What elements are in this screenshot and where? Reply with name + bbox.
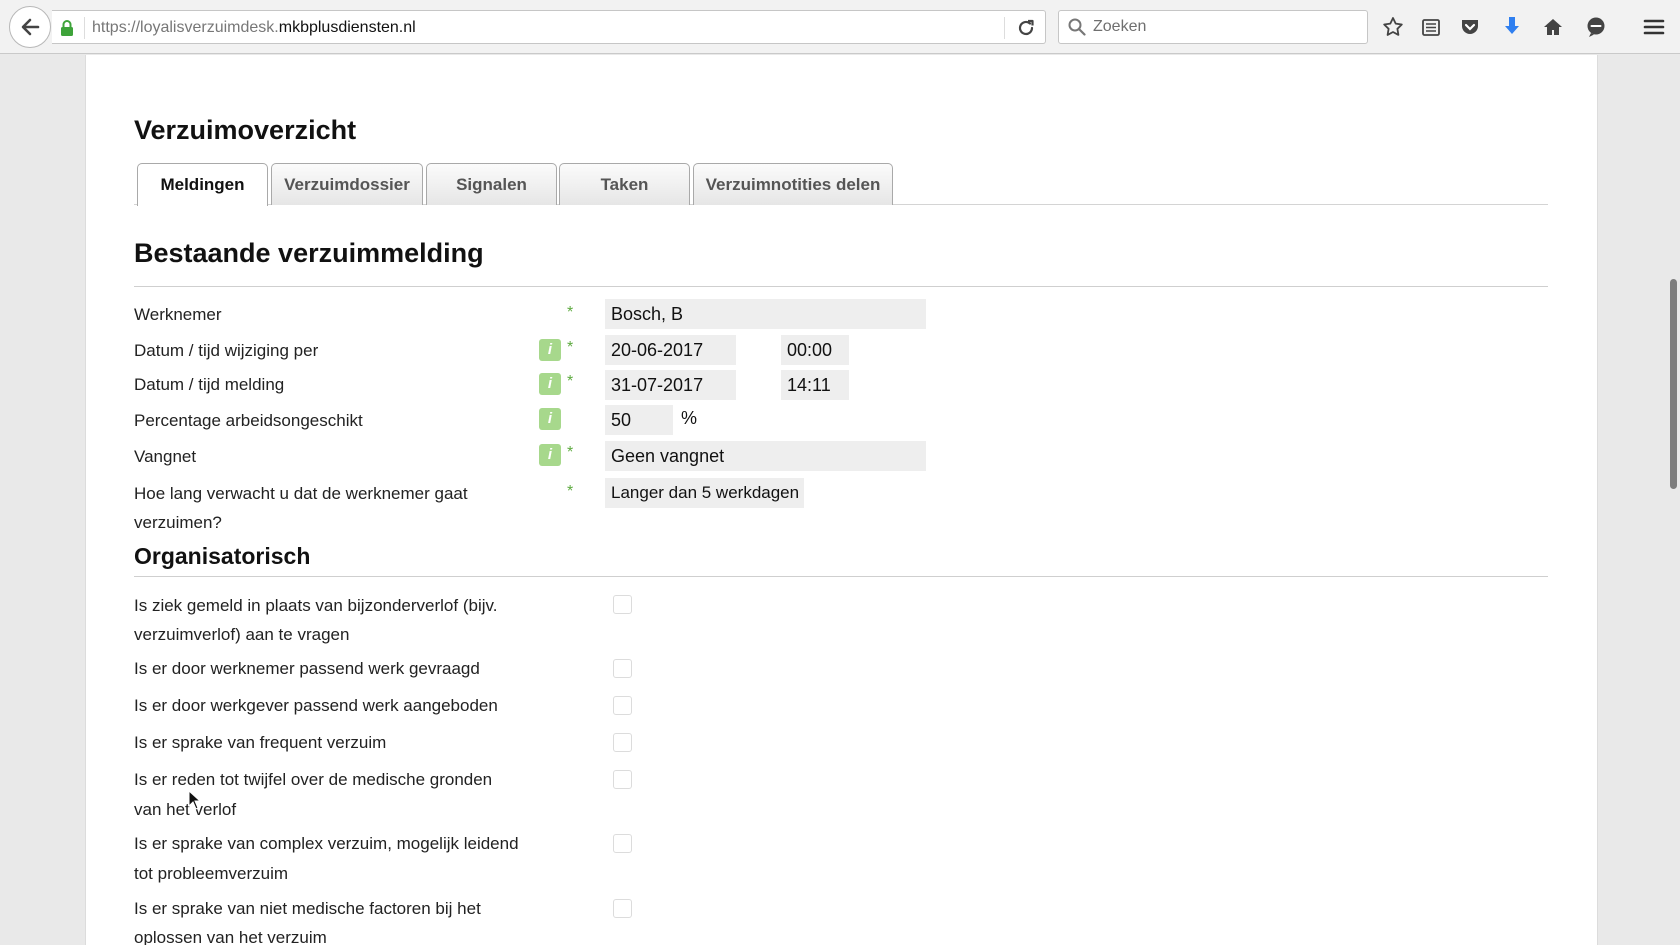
- url-separator: [84, 17, 85, 39]
- info-icon[interactable]: i: [539, 339, 561, 361]
- percentage-field[interactable]: [605, 405, 673, 435]
- reload-icon[interactable]: [1016, 18, 1036, 43]
- section-divider: [134, 576, 1548, 577]
- tab-bar: Meldingen Verzuimdossier Signalen Taken …: [134, 163, 1548, 206]
- question-checkbox[interactable]: [613, 659, 632, 678]
- page-title: Verzuimoverzicht: [134, 115, 357, 145]
- arrow-left-icon: [21, 18, 40, 36]
- tab-meldingen[interactable]: Meldingen: [137, 163, 268, 206]
- question-label: van het verlof: [134, 800, 237, 819]
- vangnet-select[interactable]: Geen vangnet: [605, 441, 926, 471]
- duur-select[interactable]: Langer dan 5 werkdagen: [605, 478, 804, 508]
- question-label: Is er door werknemer passend werk gevraa…: [134, 659, 480, 678]
- vangnet-label: Vangnet: [134, 447, 197, 466]
- required-marker: *: [567, 483, 574, 500]
- datum-melding-time-field[interactable]: [781, 370, 849, 400]
- url-domain: mkbplusdiensten.nl: [278, 19, 416, 36]
- question-label: Is ziek gemeld in plaats van bijzonderve…: [134, 596, 498, 615]
- required-marker: *: [567, 339, 574, 356]
- percentage-unit: %: [681, 408, 698, 428]
- search-bar[interactable]: [1058, 10, 1368, 44]
- info-icon[interactable]: i: [539, 373, 561, 395]
- tab-verzuimdossier[interactable]: Verzuimdossier: [271, 163, 423, 205]
- mouse-cursor-icon: [188, 789, 202, 815]
- question-checkbox[interactable]: [613, 696, 632, 715]
- menu-icon[interactable]: [1641, 14, 1667, 40]
- back-button[interactable]: [9, 6, 51, 48]
- url-text[interactable]: https://loyalisverzuimdesk.mkbplusdienst…: [92, 19, 416, 37]
- datum-wijziging-time-field[interactable]: [781, 335, 849, 365]
- pocket-icon[interactable]: [1457, 14, 1483, 40]
- werknemer-field[interactable]: [605, 299, 926, 329]
- required-marker: *: [567, 304, 574, 321]
- lock-icon: [60, 19, 74, 42]
- chat-icon[interactable]: [1583, 14, 1609, 40]
- question-label: tot probleemverzuim: [134, 864, 289, 883]
- duur-label-line2: verzuimen?: [134, 513, 222, 532]
- percentage-label: Percentage arbeidsongeschikt: [134, 411, 363, 430]
- question-label: Is er sprake van frequent verzuim: [134, 733, 387, 752]
- question-checkbox[interactable]: [613, 899, 632, 918]
- tab-verzuimnotities-delen[interactable]: Verzuimnotities delen: [693, 163, 893, 205]
- scrollbar-thumb[interactable]: [1670, 279, 1677, 489]
- bookmark-star-icon[interactable]: [1380, 14, 1406, 40]
- question-checkbox[interactable]: [613, 595, 632, 614]
- search-input[interactable]: [1093, 15, 1353, 39]
- datum-melding-date-field[interactable]: [605, 370, 736, 400]
- info-icon[interactable]: i: [539, 408, 561, 430]
- datum-melding-label: Datum / tijd melding: [134, 375, 285, 394]
- home-icon[interactable]: [1540, 14, 1566, 40]
- question-label: oplossen van het verzuim: [134, 928, 327, 945]
- question-checkbox[interactable]: [613, 834, 632, 853]
- search-icon: [1068, 18, 1086, 41]
- datum-wijziging-label: Datum / tijd wijziging per: [134, 341, 319, 360]
- werknemer-label: Werknemer: [134, 305, 222, 324]
- required-marker: *: [567, 373, 574, 390]
- question-label: Is er sprake van niet medische factoren …: [134, 899, 481, 918]
- info-icon[interactable]: i: [539, 444, 561, 466]
- tab-taken[interactable]: Taken: [559, 163, 690, 205]
- question-label: Is er sprake van complex verzuim, mogeli…: [134, 834, 519, 853]
- browser-toolbar: https://loyalisverzuimdesk.mkbplusdienst…: [0, 0, 1680, 54]
- tab-signalen[interactable]: Signalen: [426, 163, 557, 205]
- section-title-bestaande-verzuimmelding: Bestaande verzuimmelding: [134, 238, 484, 268]
- download-icon[interactable]: [1499, 14, 1525, 40]
- url-bar[interactable]: https://loyalisverzuimdesk.mkbplusdienst…: [52, 10, 1046, 44]
- reading-list-icon[interactable]: [1418, 14, 1444, 40]
- section-title-organisatorisch: Organisatorisch: [134, 543, 311, 569]
- reload-separator: [1004, 17, 1005, 39]
- question-checkbox[interactable]: [613, 733, 632, 752]
- question-checkbox[interactable]: [613, 770, 632, 789]
- datum-wijziging-date-field[interactable]: [605, 335, 736, 365]
- section-divider: [134, 286, 1548, 287]
- duur-label-line1: Hoe lang verwacht u dat de werknemer gaa…: [134, 484, 468, 503]
- question-label: Is er door werkgever passend werk aangeb…: [134, 696, 498, 715]
- required-marker: *: [567, 444, 574, 461]
- question-label: verzuimverlof) aan te vragen: [134, 625, 350, 644]
